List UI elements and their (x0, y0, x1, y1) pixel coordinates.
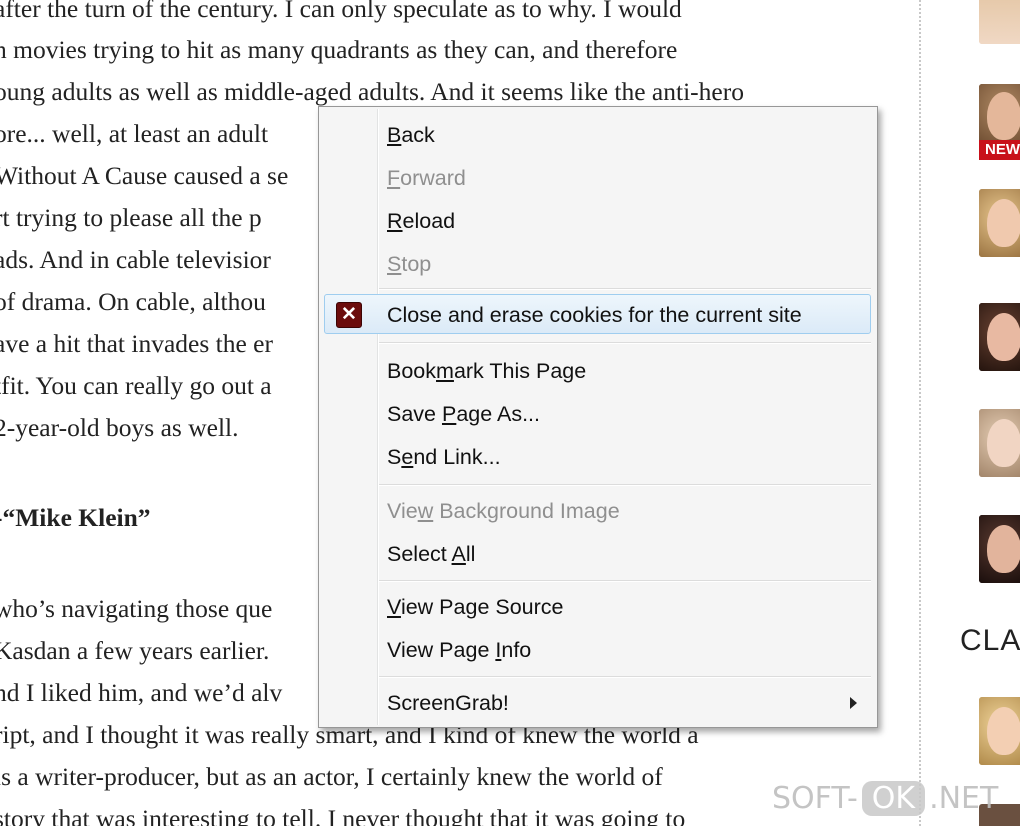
article-line: ave a hit that invades the er (0, 329, 273, 358)
article-line: is a writer-producer, but as an actor, I… (0, 762, 663, 791)
article-line: n movies trying to hit as many quadrants… (0, 35, 678, 64)
menu-item-label: Save Page As... (387, 402, 540, 426)
menu-separator (379, 484, 871, 486)
menu-item-view-info[interactable]: View Page Info (321, 630, 875, 670)
menu-item-bookmark[interactable]: Bookmark This Page (321, 351, 875, 391)
menu-item-label: View Background Image (387, 499, 620, 523)
context-menu: Back Forward Reload Stop ✕ Close and era… (318, 106, 878, 728)
menu-item-label: Send Link... (387, 445, 501, 469)
thumbnail-face (987, 199, 1020, 247)
article-line: ads. And in cable televisior (0, 245, 271, 274)
menu-item-label: Back (387, 123, 435, 147)
menu-item-select-all[interactable]: Select All (321, 534, 875, 574)
menu-item-label: View Page Source (387, 595, 564, 619)
article-line: of drama. On cable, althou (0, 287, 266, 316)
article-line: after the turn of the century. I can onl… (0, 0, 682, 23)
celebrity-thumbnail[interactable] (979, 189, 1020, 257)
sidebar-heading: CLA (960, 624, 1020, 657)
article-line: story that was interesting to tell. I ne… (0, 804, 686, 826)
menu-item-label: Close and erase cookies for the current … (387, 303, 802, 327)
thumbnail-face (987, 525, 1020, 573)
menu-item-forward[interactable]: Forward (321, 158, 875, 198)
menu-item-label: Stop (387, 252, 432, 276)
article-line: tfit. You can really go out a (0, 371, 272, 400)
menu-item-reload[interactable]: Reload (321, 201, 875, 241)
menu-item-stop[interactable]: Stop (321, 244, 875, 284)
menu-item-label: View Page Info (387, 638, 532, 662)
article-line: 2-year-old boys as well. (0, 413, 239, 442)
article-line: rt trying to please all the p (0, 203, 262, 232)
article-line: Kasdan a few years earlier. (0, 636, 270, 665)
article-quote-attribution: -“Mike Klein” (0, 503, 151, 532)
article-line: ore... well, at least an adult (0, 119, 269, 148)
celebrity-thumbnail[interactable] (979, 697, 1020, 765)
menu-item-save-page[interactable]: Save Page As... (321, 394, 875, 434)
menu-item-label: Reload (387, 209, 456, 233)
menu-separator (379, 580, 871, 582)
article-line: Without A Cause caused a se (0, 161, 289, 190)
menu-item-view-source[interactable]: View Page Source (321, 587, 875, 627)
menu-item-label: Bookmark This Page (387, 359, 587, 383)
new-badge: NEW (979, 140, 1020, 160)
watermark: SOFT- OK .NET (772, 781, 999, 816)
article-line: oung adults as well as middle-aged adult… (0, 77, 744, 106)
celebrity-thumbnail[interactable] (979, 303, 1020, 371)
thumbnail-face (987, 707, 1020, 755)
menu-item-label: ScreenGrab! (387, 691, 509, 715)
menu-item-label: Select All (387, 542, 476, 566)
celebrity-thumbnail[interactable] (979, 0, 1020, 44)
article-line: who’s navigating those que (0, 594, 273, 623)
menu-item-view-background[interactable]: View Background Image (321, 491, 875, 531)
submenu-arrow-icon (850, 697, 857, 709)
thumbnail-face (987, 419, 1020, 467)
sidebar: NEW CLA (921, 0, 1020, 826)
thumbnail-face (987, 92, 1020, 140)
menu-separator (379, 342, 871, 344)
thumbnail-bg (979, 0, 1020, 44)
celebrity-thumbnail[interactable] (979, 409, 1020, 477)
menu-item-send-link[interactable]: Send Link... (321, 437, 875, 477)
menu-item-close-erase-cookies[interactable]: ✕ Close and erase cookies for the curren… (324, 294, 871, 334)
close-x-icon: ✕ (336, 302, 362, 328)
menu-item-screengrab[interactable]: ScreenGrab! (321, 683, 875, 723)
menu-item-label: Forward (387, 166, 466, 190)
menu-separator (379, 288, 871, 290)
menu-separator (379, 676, 871, 678)
article-line: nd I liked him, and we’d alv (0, 678, 283, 707)
thumbnail-face (987, 313, 1020, 361)
celebrity-thumbnail[interactable] (979, 515, 1020, 583)
menu-item-back[interactable]: Back (321, 115, 875, 155)
